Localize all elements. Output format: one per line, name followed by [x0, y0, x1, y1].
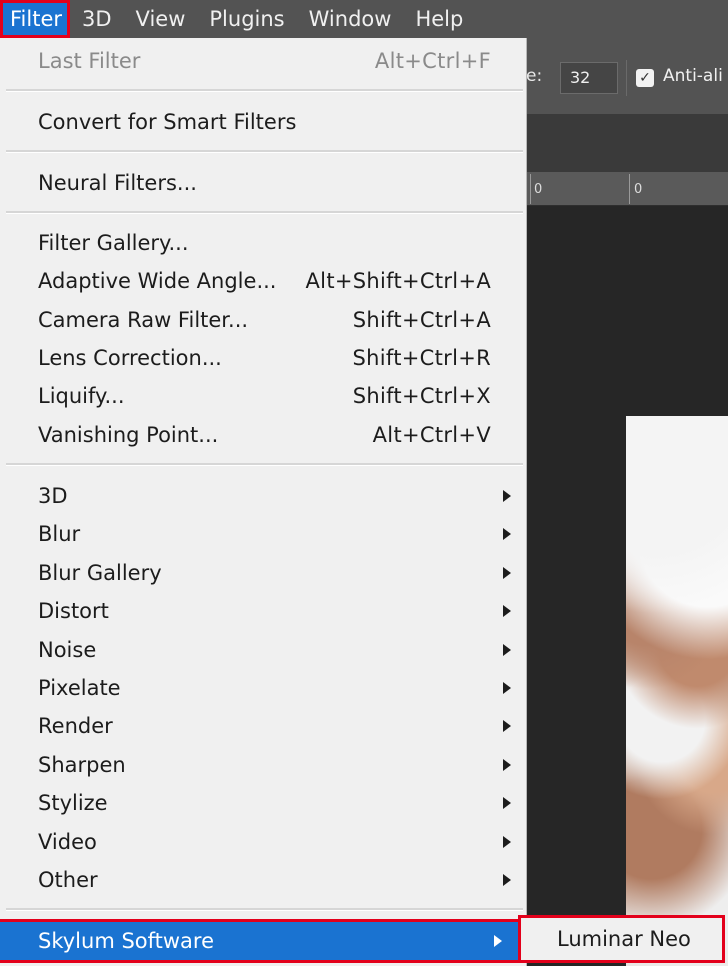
ruler-label: 0 — [534, 182, 543, 197]
menu-item-label: Skylum Software — [38, 929, 215, 953]
submenu-arrow-icon — [503, 759, 511, 771]
menu-help[interactable]: Help — [403, 0, 475, 38]
menu-plugins[interactable]: Plugins — [197, 0, 296, 38]
submenu-arrow-icon — [494, 935, 502, 947]
menu-item-label: Sharpen — [38, 753, 126, 777]
options-bar: e: 32 ✓ Anti-ali — [526, 38, 728, 114]
menu-item-distort[interactable]: Distort — [0, 592, 527, 630]
menu-item-label: Lens Correction... — [38, 346, 222, 370]
menu-item-shortcut: Alt+Ctrl+F — [374, 49, 491, 73]
menu-item-label: Blur — [38, 522, 81, 546]
menu-item-label: Stylize — [38, 791, 108, 815]
menu-item-neural-filters[interactable]: Neural Filters... — [0, 164, 527, 202]
menu-item-skylum-software[interactable]: Skylum Software — [0, 919, 521, 963]
menu-item-label: Blur Gallery — [38, 561, 162, 585]
options-divider — [626, 60, 627, 96]
menu-item-label: Liquify... — [38, 384, 125, 408]
menu-item-label: Filter Gallery... — [38, 231, 189, 255]
menu-separator — [6, 211, 523, 214]
anti-alias-label: Anti-ali — [663, 66, 723, 86]
menu-separator — [6, 89, 523, 92]
menu-item-noise[interactable]: Noise — [0, 631, 527, 669]
photoshop-window: Filter 3D View Plugins Window Help e: 32… — [0, 0, 728, 966]
menu-item-sharpen[interactable]: Sharpen — [0, 746, 527, 784]
menu-item-shortcut: Shift+Ctrl+X — [352, 384, 491, 408]
menu-item-render[interactable]: Render — [0, 707, 527, 745]
ruler-tick — [629, 174, 630, 204]
size-input[interactable]: 32 — [560, 62, 618, 94]
menu-item-label: Vanishing Point... — [38, 423, 219, 447]
menu-window[interactable]: Window — [297, 0, 404, 38]
menu-bar: Filter 3D View Plugins Window Help — [0, 0, 728, 38]
menu-item-label: Camera Raw Filter... — [38, 308, 249, 332]
menu-item-label: Neural Filters... — [38, 171, 197, 195]
menu-item-label: Noise — [38, 638, 97, 662]
menu-item-label: Adaptive Wide Angle... — [38, 269, 277, 293]
menu-item-luminar-neo[interactable]: Luminar Neo — [521, 918, 722, 960]
horizontal-ruler: 0 0 — [526, 172, 728, 206]
menu-item-camera-raw-filter[interactable]: Camera Raw Filter... Shift+Ctrl+A — [0, 301, 527, 339]
menu-item-video[interactable]: Video — [0, 823, 527, 861]
menu-item-label: Convert for Smart Filters — [38, 110, 297, 134]
menu-item-filter-gallery[interactable]: Filter Gallery... — [0, 224, 527, 262]
menu-item-shortcut: Shift+Ctrl+R — [352, 346, 491, 370]
menu-item-convert-smart-filters[interactable]: Convert for Smart Filters — [0, 103, 527, 141]
menu-item-blur[interactable]: Blur — [0, 515, 527, 553]
menu-item-label: Pixelate — [38, 676, 121, 700]
menu-item-label: 3D — [38, 484, 68, 508]
menu-item-liquify[interactable]: Liquify... Shift+Ctrl+X — [0, 377, 527, 415]
menu-item-lens-correction[interactable]: Lens Correction... Shift+Ctrl+R — [0, 339, 527, 377]
checkmark-icon: ✓ — [639, 70, 651, 86]
menu-item-adaptive-wide-angle[interactable]: Adaptive Wide Angle... Alt+Shift+Ctrl+A — [0, 262, 527, 300]
menu-item-other[interactable]: Other — [0, 861, 527, 899]
menu-separator — [6, 150, 523, 153]
menu-item-shortcut: Alt+Shift+Ctrl+A — [305, 269, 491, 293]
ruler-label: 0 — [634, 182, 643, 197]
menu-item-shortcut: Alt+Ctrl+V — [372, 423, 491, 447]
menu-item-last-filter: Last Filter Alt+Ctrl+F — [0, 42, 527, 80]
menu-item-3d[interactable]: 3D — [0, 477, 527, 515]
menu-item-vanishing-point[interactable]: Vanishing Point... Alt+Ctrl+V — [0, 416, 527, 454]
skylum-submenu: Luminar Neo — [518, 915, 725, 963]
menu-item-pixelate[interactable]: Pixelate — [0, 669, 527, 707]
size-label: e: — [526, 66, 543, 86]
ruler-tick — [530, 174, 531, 204]
menu-item-stylize[interactable]: Stylize — [0, 784, 527, 822]
submenu-arrow-icon — [503, 644, 511, 656]
submenu-arrow-icon — [503, 874, 511, 886]
menu-item-label: Last Filter — [38, 49, 141, 73]
submenu-arrow-icon — [503, 605, 511, 617]
submenu-arrow-icon — [503, 490, 511, 502]
menu-item-label: Video — [38, 830, 97, 854]
menu-item-shortcut: Shift+Ctrl+A — [352, 308, 491, 332]
submenu-arrow-icon — [503, 567, 511, 579]
document-tab-strip — [526, 114, 728, 172]
filter-menu: Last Filter Alt+Ctrl+F Convert for Smart… — [0, 38, 527, 966]
menu-separator — [6, 908, 523, 911]
submenu-arrow-icon — [503, 720, 511, 732]
submenu-arrow-icon — [503, 836, 511, 848]
menu-view[interactable]: View — [124, 0, 198, 38]
submenu-arrow-icon — [503, 797, 511, 809]
menu-item-label: Render — [38, 714, 113, 738]
menu-separator — [6, 463, 523, 466]
menu-item-label: Distort — [38, 599, 109, 623]
menu-3d[interactable]: 3D — [70, 0, 124, 38]
anti-alias-checkbox[interactable]: ✓ — [636, 69, 654, 87]
menu-item-label: Other — [38, 868, 98, 892]
submenu-arrow-icon — [503, 528, 511, 540]
menu-filter[interactable]: Filter — [0, 0, 71, 38]
canvas-image[interactable] — [626, 416, 728, 966]
submenu-arrow-icon — [503, 682, 511, 694]
menu-item-blur-gallery[interactable]: Blur Gallery — [0, 554, 527, 592]
